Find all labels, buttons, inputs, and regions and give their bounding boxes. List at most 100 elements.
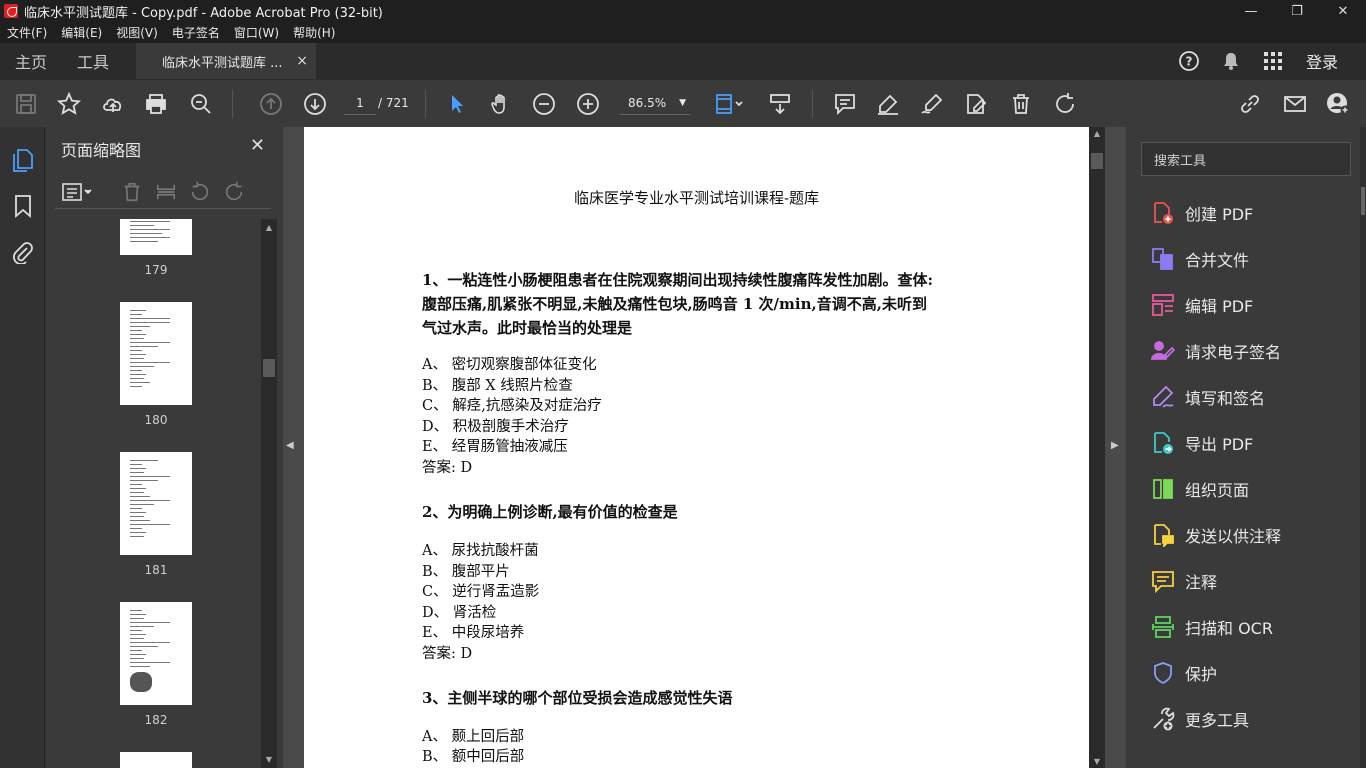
save-icon[interactable] <box>12 90 40 118</box>
tool-protect[interactable]: 保护 <box>1150 658 1217 688</box>
page-thumbnail[interactable] <box>120 452 192 555</box>
scroll-mode-icon[interactable] <box>766 90 794 118</box>
page-thumbnails-icon[interactable] <box>10 147 36 173</box>
scrollbar-thumb[interactable] <box>1361 187 1365 215</box>
thumbnail-label: 179 <box>144 263 168 277</box>
document-title: 临床医学专业水平测试培训课程-题库 <box>573 189 820 207</box>
previous-page-icon[interactable] <box>257 90 285 118</box>
document-scrollbar[interactable]: ▲ ▼ <box>1089 127 1105 768</box>
search-tools-input[interactable]: 搜索工具 <box>1141 142 1351 176</box>
zoom-in-icon[interactable] <box>574 90 602 118</box>
tool-label: 填写和签名 <box>1185 389 1266 408</box>
window-controls: — ❐ ✕ <box>1228 0 1366 22</box>
rotate-left-icon[interactable] <box>187 179 213 205</box>
tool-organize-pages[interactable]: 组织页面 <box>1150 474 1249 504</box>
tool-create-pdf[interactable]: 创建 PDF <box>1150 198 1253 228</box>
page-thumbnail[interactable] <box>120 752 192 768</box>
document-tab-label: 临床水平测试题库 ... <box>162 55 283 71</box>
zoom-out-icon[interactable] <box>530 90 558 118</box>
zoom-select[interactable]: 86.5% ▼ <box>620 91 690 115</box>
thumbnail-label: 181 <box>144 563 168 577</box>
page-thumbnail[interactable] <box>120 302 192 405</box>
upload-cloud-icon[interactable] <box>99 90 127 118</box>
restore-button[interactable]: ❐ <box>1274 0 1320 22</box>
menu-file[interactable]: 文件(F) <box>0 24 54 41</box>
notification-bell-icon[interactable] <box>1210 43 1252 79</box>
scrollbar-thumb[interactable] <box>263 359 275 377</box>
thumbnail-options-icon[interactable] <box>59 179 95 205</box>
email-icon[interactable] <box>1281 90 1309 118</box>
attachments-paperclip-icon[interactable] <box>10 239 36 265</box>
comment-icon <box>1150 568 1176 594</box>
tool-fill-sign[interactable]: 填写和签名 <box>1150 382 1265 412</box>
tab-home[interactable]: 主页 <box>0 43 62 79</box>
protect-icon <box>1150 660 1176 686</box>
tool-scan-ocr[interactable]: 扫描和 OCR <box>1150 612 1273 642</box>
draw-sign-icon[interactable] <box>918 90 946 118</box>
menu-esign[interactable]: 电子签名 <box>165 24 227 41</box>
scrollbar-thumb[interactable] <box>1091 153 1103 169</box>
collapse-right-panel-icon[interactable]: ▶ <box>1111 440 1119 451</box>
login-button[interactable]: 登录 <box>1294 49 1366 73</box>
close-panel-button[interactable]: ✕ <box>250 135 265 156</box>
menu-view[interactable]: 视图(V) <box>109 24 165 41</box>
close-tab-button[interactable]: × <box>296 53 308 69</box>
add-user-icon[interactable] <box>1324 90 1352 118</box>
delete-trash-icon[interactable] <box>1007 90 1035 118</box>
tab-tools[interactable]: 工具 <box>62 43 124 79</box>
insert-page-icon[interactable] <box>153 179 179 205</box>
tool-export-pdf[interactable]: 导出 PDF <box>1150 428 1253 458</box>
create-pdf-icon <box>1150 200 1176 226</box>
tool-send-for-comments[interactable]: 发送以供注释 <box>1150 520 1281 550</box>
delete-page-icon[interactable] <box>119 179 145 205</box>
page-thumbnail[interactable] <box>120 219 192 255</box>
page-fit-icon[interactable] <box>711 90 747 118</box>
scroll-down-arrow-icon[interactable]: ▼ <box>263 755 275 764</box>
page-thumbnail[interactable] <box>120 602 192 705</box>
next-page-icon[interactable] <box>301 90 329 118</box>
pdf-page: 临床医学专业水平测试培训课程-题库 1、一粘连性小肠梗阻患者在住院观察期间出现持… <box>304 127 1089 768</box>
tab-document[interactable]: 临床水平测试题库 ... × <box>136 43 316 79</box>
close-window-button[interactable]: ✕ <box>1320 0 1366 22</box>
share-link-icon[interactable] <box>1236 90 1264 118</box>
page-number-input[interactable]: 1 <box>344 91 376 115</box>
hand-tool-icon[interactable] <box>487 90 515 118</box>
thumbnail-panel: 页面缩略图 ✕ 179 180 181 182 ▲ ▼ <box>45 127 283 768</box>
tool-edit-pdf[interactable]: 编辑 PDF <box>1150 290 1253 320</box>
answer-option: C、 逆行肾盂造影 <box>422 584 540 600</box>
tool-request-signature[interactable]: 请求电子签名 <box>1150 336 1281 366</box>
comment-icon[interactable] <box>831 90 859 118</box>
menu-edit[interactable]: 编辑(E) <box>54 24 109 41</box>
select-cursor-icon[interactable] <box>443 90 471 118</box>
edit-document-icon[interactable] <box>962 90 990 118</box>
tool-more-tools[interactable]: 更多工具 <box>1150 704 1249 734</box>
svg-text:?: ? <box>1186 55 1193 69</box>
answer-option: C、 解痉,抗感染及对症治疗 <box>422 398 602 414</box>
bookmarks-icon[interactable] <box>10 193 36 219</box>
answer-text: 答案: D <box>422 646 473 662</box>
scroll-down-arrow-icon[interactable]: ▼ <box>1091 757 1103 766</box>
tool-comment[interactable]: 注释 <box>1150 566 1217 596</box>
scroll-up-arrow-icon[interactable]: ▲ <box>263 223 275 232</box>
highlight-pen-icon[interactable] <box>874 90 902 118</box>
bookmark-star-icon[interactable] <box>55 90 83 118</box>
answer-option: A、 密切观察腹部体征变化 <box>422 357 597 373</box>
menu-window[interactable]: 窗口(W) <box>227 24 286 41</box>
scroll-up-arrow-icon[interactable]: ▲ <box>1091 129 1103 138</box>
print-icon[interactable] <box>142 90 170 118</box>
rotate-right-icon[interactable] <box>221 179 247 205</box>
apps-grid-icon[interactable] <box>1252 43 1294 79</box>
help-icon[interactable]: ? <box>1168 43 1210 79</box>
rotate-icon[interactable] <box>1051 90 1079 118</box>
tool-label: 组织页面 <box>1185 481 1250 500</box>
thumbnail-scrollbar[interactable]: ▲ ▼ <box>261 219 277 768</box>
zoom-search-icon[interactable] <box>187 90 215 118</box>
menu-help[interactable]: 帮助(H) <box>286 24 342 41</box>
question-text: 3、主侧半球的哪个部位受损会造成感觉性失语 <box>422 689 733 707</box>
tools-pane-scrollbar[interactable] <box>1360 127 1366 768</box>
answer-option: D、 肾活检 <box>422 605 497 621</box>
window-title: 临床水平测试题库 - Copy.pdf - Adobe Acrobat Pro … <box>24 5 383 21</box>
tool-combine-files[interactable]: 合并文件 <box>1150 244 1249 274</box>
minimize-button[interactable]: — <box>1228 0 1274 22</box>
collapse-left-panel-icon[interactable]: ◀ <box>286 440 294 451</box>
